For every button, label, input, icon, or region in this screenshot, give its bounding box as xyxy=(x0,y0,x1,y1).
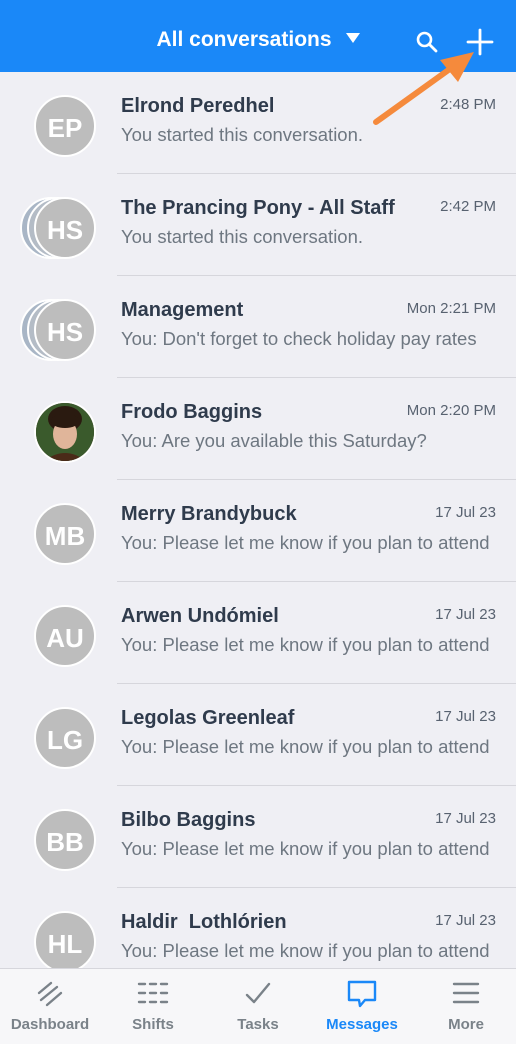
top-bar: All conversations xyxy=(0,0,516,72)
conversation-time: 2:42 PM xyxy=(440,198,496,215)
avatar: BB xyxy=(34,809,96,871)
conversation-name: Bilbo Baggins xyxy=(121,809,256,831)
conversation-name: Merry Brandybuck xyxy=(121,503,297,525)
conversation-preview: You: Please let me know if you plan to a… xyxy=(121,838,490,859)
avatar: MB xyxy=(34,503,96,565)
conversation-list[interactable]: EP Elrond Peredhel 2:48 PM You started t… xyxy=(0,72,516,968)
search-icon[interactable] xyxy=(416,31,438,53)
conversation-preview: You: Please let me know if you plan to a… xyxy=(121,736,490,757)
conversation-time: 17 Jul 23 xyxy=(435,504,496,521)
conversation-row[interactable]: EP Elrond Peredhel 2:48 PM You started t… xyxy=(0,72,516,174)
conversation-row[interactable]: AU Arwen Undómiel 17 Jul 23 You: Please … xyxy=(0,582,516,684)
conversation-row[interactable]: HL Haldir Lothlórien 17 Jul 23 You: Plea… xyxy=(0,888,516,968)
conversation-preview: You started this conversation. xyxy=(121,226,364,247)
conversation-name: Management xyxy=(121,299,244,321)
conversation-name: Haldir Lothlórien xyxy=(121,911,287,933)
conversation-row[interactable]: Frodo Baggins Mon 2:20 PM You: Are you a… xyxy=(0,378,516,480)
page-title: All conversations xyxy=(156,28,332,51)
conversation-row[interactable]: MB Merry Brandybuck 17 Jul 23 You: Pleas… xyxy=(0,480,516,582)
tab-label: Messages xyxy=(326,1016,398,1033)
tab-shifts[interactable]: Shifts xyxy=(103,969,203,1044)
conversation-time: 17 Jul 23 xyxy=(435,606,496,623)
dashboard-icon xyxy=(37,981,63,1007)
avatar: HS xyxy=(34,299,96,361)
conversation-preview: You started this conversation. xyxy=(121,124,364,145)
tab-label: Dashboard xyxy=(10,1016,90,1033)
tab-more[interactable]: More xyxy=(416,969,516,1044)
conversation-time: 17 Jul 23 xyxy=(435,810,496,827)
conversation-preview: You: Don't forget to check holiday pay r… xyxy=(121,328,477,349)
chat-bubble-icon xyxy=(347,980,377,1008)
conversation-name: Frodo Baggins xyxy=(121,401,263,423)
tab-messages[interactable]: Messages xyxy=(312,969,412,1044)
avatar: HS xyxy=(34,197,96,259)
conversation-preview: You: Please let me know if you plan to a… xyxy=(121,634,490,655)
avatar: HL xyxy=(34,911,96,968)
conversation-preview: You: Please let me know if you plan to a… xyxy=(121,940,490,961)
conversation-row[interactable]: HS Management Mon 2:21 PM You: Don't for… xyxy=(0,276,516,378)
tab-label: More xyxy=(448,1016,484,1033)
conversation-name: Legolas Greenleaf xyxy=(121,707,295,729)
caret-down-icon xyxy=(345,33,360,44)
conversation-time: 17 Jul 23 xyxy=(435,708,496,725)
conversation-name: Arwen Undómiel xyxy=(121,605,279,627)
hamburger-icon xyxy=(452,982,480,1004)
tab-label: Shifts xyxy=(132,1016,174,1033)
tab-dashboard[interactable]: Dashboard xyxy=(0,969,100,1044)
avatar-photo xyxy=(34,401,96,463)
conversation-time: Mon 2:20 PM xyxy=(406,402,496,419)
conversation-preview: You: Are you available this Saturday? xyxy=(121,430,427,451)
avatar: LG xyxy=(34,707,96,769)
conversation-time: Mon 2:21 PM xyxy=(406,300,496,317)
avatar: AU xyxy=(34,605,96,667)
conversation-row[interactable]: BB Bilbo Baggins 17 Jul 23 You: Please l… xyxy=(0,786,516,888)
tab-label: Tasks xyxy=(237,1016,279,1033)
conversation-preview: You: Please let me know if you plan to a… xyxy=(121,532,490,553)
conversation-time: 2:48 PM xyxy=(440,96,496,113)
avatar: EP xyxy=(34,95,96,157)
plus-icon[interactable] xyxy=(466,28,494,56)
checkmark-icon xyxy=(245,982,271,1004)
tab-tasks[interactable]: Tasks xyxy=(208,969,308,1044)
conversation-row[interactable]: HS The Prancing Pony - All Staff 2:42 PM… xyxy=(0,174,516,276)
conversation-filter-dropdown[interactable]: All conversations xyxy=(0,28,516,52)
conversation-name: Elrond Peredhel xyxy=(121,95,275,117)
shifts-icon xyxy=(137,982,169,1004)
conversation-name: The Prancing Pony - All Staff xyxy=(121,197,395,219)
tab-bar: Dashboard Shifts Tasks Messages More xyxy=(0,968,516,1044)
conversation-row[interactable]: LG Legolas Greenleaf 17 Jul 23 You: Plea… xyxy=(0,684,516,786)
conversation-time: 17 Jul 23 xyxy=(435,912,496,929)
